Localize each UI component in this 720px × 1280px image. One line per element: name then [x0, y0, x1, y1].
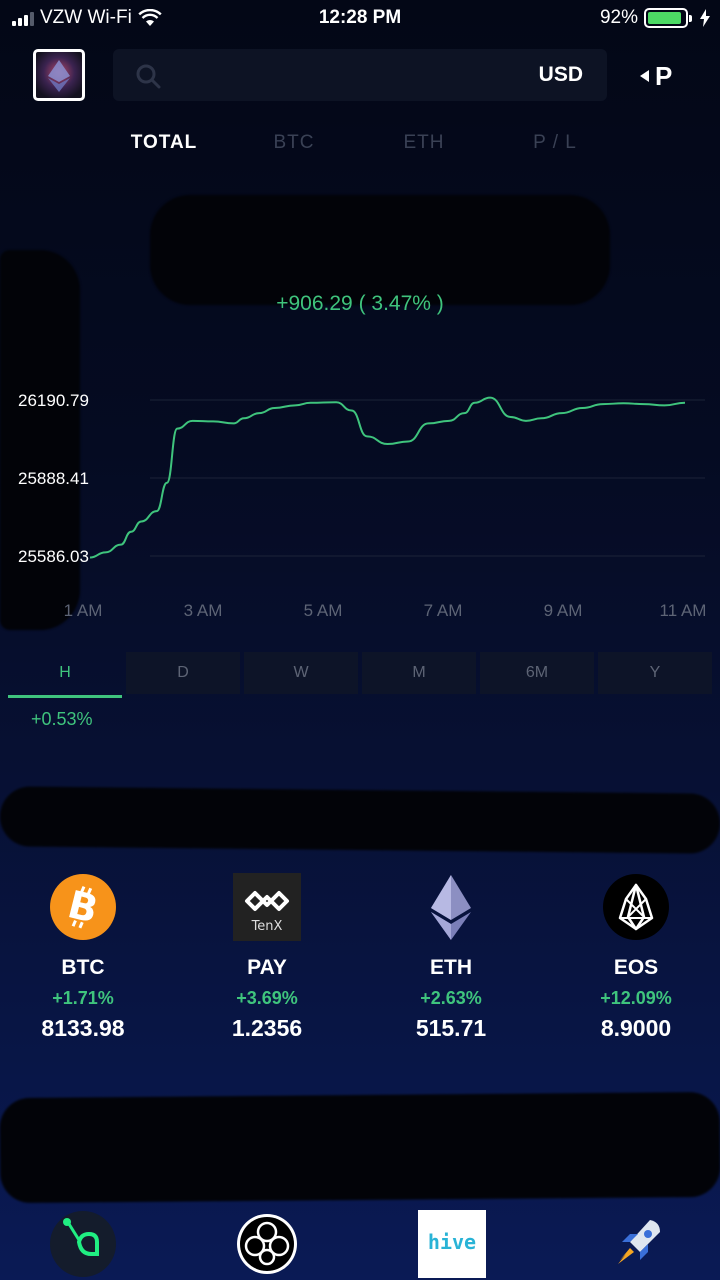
x-tick-label: 1 AM [64, 601, 103, 620]
bitcoin-icon: B [49, 873, 117, 941]
eos-icon [602, 873, 670, 941]
period-y-button[interactable]: Y [598, 652, 712, 694]
coin-change: +12.09% [600, 988, 672, 1008]
battery-icon [644, 8, 692, 28]
coin-card-eos[interactable]: EOS +12.09% 8.9000 [551, 873, 720, 1042]
coin-change: +3.69% [236, 988, 298, 1008]
hive-icon[interactable]: hive [418, 1210, 486, 1278]
x-tick-label: 7 AM [424, 601, 463, 620]
stellar-rocket-icon[interactable] [604, 1210, 672, 1278]
coin-symbol: ETH [430, 956, 472, 979]
x-tick-label: 11 AM [660, 601, 707, 620]
y-tick-label: 25586.03 [18, 547, 89, 566]
hive-label: hive [427, 1230, 477, 1254]
ethereum-avatar-icon [48, 60, 70, 92]
status-right: 92% [600, 7, 710, 29]
coin-price: 1.2356 [231, 1015, 303, 1041]
x-tick-label: 5 AM [304, 601, 343, 620]
tenx-brand-label: TenX [251, 919, 283, 934]
view-tabs: TOTAL BTC ETH P / L [0, 132, 720, 162]
period-h-button[interactable]: H [8, 652, 122, 698]
y-tick-label: 25888.41 [18, 469, 89, 488]
tab-eth[interactable]: ETH [359, 132, 489, 154]
tab-pl[interactable]: P / L [490, 132, 620, 154]
siacoin-icon[interactable] [49, 1210, 117, 1278]
coin-symbol: EOS [613, 956, 659, 979]
coin-symbol: BTC [61, 956, 105, 979]
charging-icon [700, 9, 710, 27]
aion-icon[interactable] [233, 1210, 301, 1278]
search-icon [136, 64, 161, 89]
caret-left-icon [640, 70, 649, 82]
period-d-button[interactable]: D [126, 652, 240, 694]
redaction-mark [0, 1091, 720, 1204]
ethereum-icon [417, 873, 485, 941]
search-input[interactable]: USD [113, 49, 607, 101]
coin-card-eth[interactable]: ETH +2.63% 515.71 [366, 873, 536, 1042]
y-tick-label: 26190.79 [18, 391, 89, 410]
period-change: +0.53% [31, 709, 93, 729]
coin-change: +1.71% [52, 988, 114, 1008]
coin-price: 8.9000 [600, 1015, 672, 1041]
tenx-icon: TenX [233, 873, 301, 941]
coin-change: +2.63% [420, 988, 482, 1008]
coin-list-row-2: hive [0, 1210, 720, 1280]
coin-card-btc[interactable]: B BTC +1.71% 8133.98 [0, 873, 168, 1042]
status-bar: VZW Wi-Fi 12:28 PM 92% [0, 0, 720, 36]
redaction-mark [0, 786, 720, 854]
avatar-button[interactable] [33, 49, 85, 101]
currency-selector[interactable]: USD [539, 63, 583, 87]
coin-card-pay[interactable]: TenX PAY +3.69% 1.2356 [182, 873, 352, 1042]
coin-symbol: PAY [247, 956, 287, 979]
period-m-button[interactable]: M [362, 652, 476, 694]
total-change: +906.29 ( 3.47% ) [276, 292, 444, 315]
period-selector: H D W M 6M Y [8, 652, 712, 698]
price-chart[interactable]: 26190.79 25888.41 25586.03 1 AM 3 AM 5 AM 7 AM… [0, 360, 720, 640]
portfolio-toggle-button[interactable]: P [640, 58, 672, 94]
tab-btc[interactable]: BTC [229, 132, 359, 154]
coin-price: 515.71 [415, 1015, 487, 1041]
portfolio-toggle-label: P [655, 60, 673, 91]
period-6m-button[interactable]: 6M [480, 652, 594, 694]
x-tick-label: 9 AM [544, 601, 583, 620]
x-tick-label: 3 AM [184, 601, 223, 620]
coin-price: 8133.98 [41, 1015, 125, 1041]
redaction-mark [150, 195, 610, 305]
period-w-button[interactable]: W [244, 652, 358, 694]
battery-percent: 92% [599, 7, 638, 28]
tab-total[interactable]: TOTAL [99, 132, 229, 154]
